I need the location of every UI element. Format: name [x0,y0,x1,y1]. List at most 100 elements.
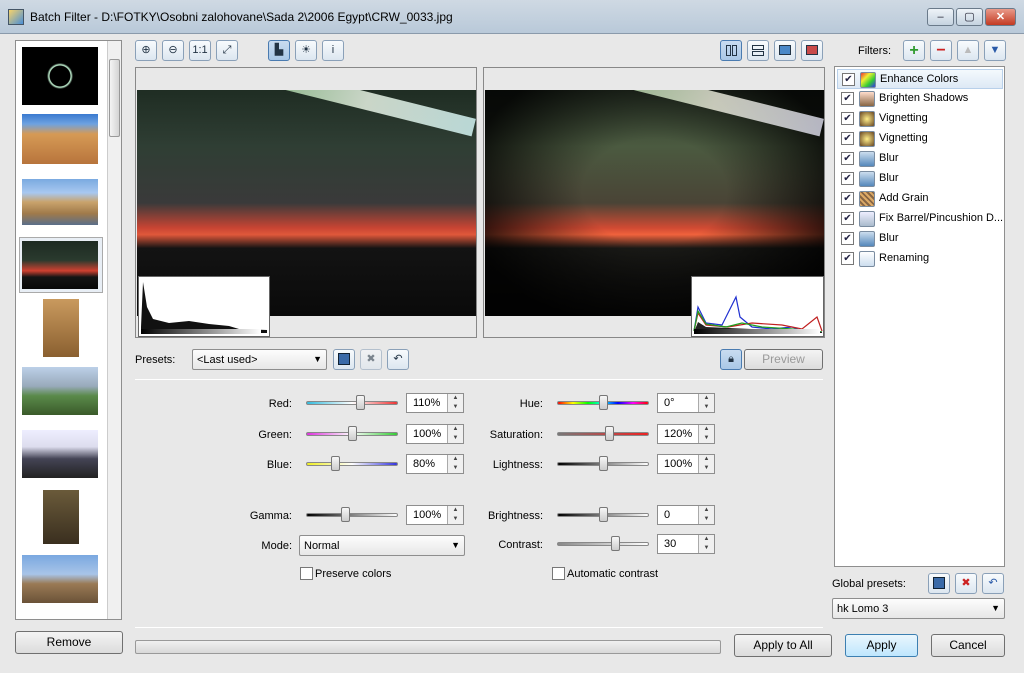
thumbnail-6[interactable] [22,367,98,415]
thumbnail-7[interactable] [22,430,98,478]
filter-item[interactable]: ✔ Vignetting [837,109,1003,129]
filter-checkbox[interactable]: ✔ [841,132,854,145]
fit-icon[interactable]: ⤢ [216,40,238,61]
red-spin[interactable]: 110% ▲ ▼ [406,393,464,413]
actual-size-button[interactable]: 1:1 [189,40,211,61]
hue-spin[interactable]: 0° ▲ ▼ [657,393,715,413]
remove-button[interactable]: Remove [15,631,123,654]
zoom-in-icon[interactable]: ⊕ [135,40,157,61]
remove-filter-icon[interactable]: − [930,40,952,61]
global-presets-combo[interactable]: hk Lomo 3 ▼ [832,598,1005,619]
sun-icon[interactable]: ☀ [295,40,317,61]
green-slider[interactable] [306,426,398,442]
move-down-icon[interactable]: ▼ [984,40,1006,61]
filter-item[interactable]: ✔ Blur [837,149,1003,169]
filter-item[interactable]: ✔ Blur [837,169,1003,189]
thumbnail-1[interactable] [22,47,98,105]
preview-button[interactable]: Preview [744,349,823,370]
apply-button[interactable]: Apply [845,634,918,657]
contrast-spin[interactable]: 30 ▲ ▼ [657,534,715,554]
maximize-button[interactable]: ▢ [956,8,983,26]
automatic-contrast-checkbox[interactable] [552,567,565,580]
filter-checkbox[interactable]: ✔ [841,192,854,205]
red-slider-knob[interactable] [356,395,365,410]
blue-spin[interactable]: 80% ▲ ▼ [406,454,464,474]
preserve-colors-checkbox[interactable] [300,567,313,580]
split-vertical-icon[interactable] [720,40,742,61]
thumbnail-8[interactable] [43,490,79,544]
filter-item-label: Blur [879,172,899,184]
delete-global-preset-icon[interactable]: ✖ [955,573,977,594]
blue-slider-knob[interactable] [331,456,340,471]
close-button[interactable]: ✕ [985,8,1016,26]
brightness-slider-knob[interactable] [599,507,608,522]
contrast-slider-knob[interactable] [611,536,620,551]
filter-checkbox[interactable]: ✔ [841,232,854,245]
filter-item[interactable]: ✔ Brighten Shadows [837,89,1003,109]
scrollbar-thumb[interactable] [109,59,120,137]
mode-combo[interactable]: Normal ▼ [299,535,465,556]
split-horizontal-icon[interactable] [747,40,769,61]
contrast-slider[interactable] [557,536,649,552]
filters-label: Filters: [858,45,891,57]
filter-item[interactable]: ✔ Renaming [837,249,1003,269]
filter-checkbox[interactable]: ✔ [841,112,854,125]
filter-item[interactable]: ✔ Add Grain [837,189,1003,209]
lightness-spin[interactable]: 100% ▲ ▼ [657,454,715,474]
gamma-spin[interactable]: 100% ▲ ▼ [406,505,464,525]
save-icon[interactable] [928,573,950,594]
single-view-icon[interactable] [774,40,796,61]
filter-item-label: Brighten Shadows [879,92,969,104]
thumbnail-5[interactable] [43,299,79,357]
filter-checkbox[interactable]: ✔ [841,212,854,225]
filter-checkbox[interactable]: ✔ [842,73,855,86]
original-view-icon[interactable] [801,40,823,61]
separator [135,379,823,380]
zoom-out-icon[interactable]: ⊖ [162,40,184,61]
blue-slider[interactable] [306,456,398,472]
cancel-button[interactable]: Cancel [931,634,1005,657]
move-up-icon[interactable]: ▲ [957,40,979,61]
filter-checkbox[interactable]: ✔ [841,252,854,265]
filter-checkbox[interactable]: ✔ [841,172,854,185]
brightness-slider[interactable] [557,507,649,523]
filter-item[interactable]: ✔ Fix Barrel/Pincushion D... [837,209,1003,229]
saturation-slider-knob[interactable] [605,426,614,441]
filter-checkbox[interactable]: ✔ [841,152,854,165]
saturation-spin[interactable]: 120% ▲ ▼ [657,424,715,444]
thumbnail-2[interactable] [22,114,98,164]
gamma-slider-knob[interactable] [341,507,350,522]
brightness-value: 0 [664,509,671,521]
info-button[interactable]: i [322,40,344,61]
save-icon[interactable] [333,349,355,370]
filter-item[interactable]: ✔ Vignetting [837,129,1003,149]
green-slider-knob[interactable] [348,426,357,441]
thumbnail-4[interactable] [22,241,98,289]
lock-icon[interactable]: 🔒︎ [720,349,742,370]
filter-item[interactable]: ✔ Enhance Colors [837,69,1003,89]
filter-item[interactable]: ✔ Blur [837,229,1003,249]
delete-preset-icon[interactable]: ✖ [360,349,382,370]
thumbnail-scrollbar[interactable] [107,41,121,619]
window-title: Batch Filter - D:\FOTKY\Osobni zalohovan… [30,10,453,24]
thumbnail-3[interactable] [22,179,98,225]
presets-combo[interactable]: <Last used> ▼ [192,349,327,370]
hue-slider[interactable] [557,395,649,411]
apply-to-all-button[interactable]: Apply to All [734,634,832,657]
undo-icon[interactable]: ↶ [982,573,1004,594]
brightness-spin[interactable]: 0 ▲ ▼ [657,505,715,525]
add-filter-icon[interactable]: + [903,40,925,61]
hue-slider-knob[interactable] [599,395,608,410]
lightness-slider-knob[interactable] [599,456,608,471]
gamma-slider[interactable] [306,507,398,523]
red-slider[interactable] [306,395,398,411]
minimize-button[interactable]: – [927,8,954,26]
thumbnail-9[interactable] [22,555,98,603]
histogram-icon[interactable]: ▙ [268,40,290,61]
undo-icon[interactable]: ↶ [387,349,409,370]
green-spin[interactable]: 100% ▲ ▼ [406,424,464,444]
saturation-slider[interactable] [557,426,649,442]
lightness-slider[interactable] [557,456,649,472]
barrel-icon [859,211,875,227]
filter-checkbox[interactable]: ✔ [841,92,854,105]
